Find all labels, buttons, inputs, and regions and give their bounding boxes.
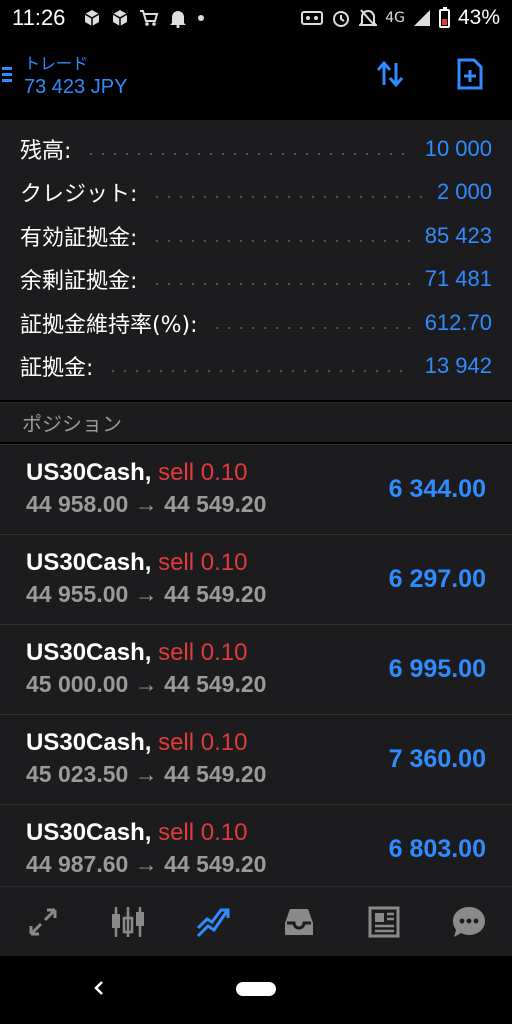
position-title: US30Cash, sell 0.10 (26, 549, 247, 577)
history-icon (284, 908, 313, 935)
summary-row-margin: 証拠金: 13 942 (20, 346, 492, 386)
dotted-leader (107, 370, 411, 372)
position-prices: 44 958.00 → 44 549.20 (26, 491, 267, 517)
header-titles: トレード 73 423 JPY (24, 50, 127, 99)
home-pill[interactable] (236, 982, 276, 996)
positions-section-header: ポジション (0, 402, 512, 442)
nav-history[interactable] (273, 896, 325, 948)
account-equity: 73 423 JPY (24, 75, 128, 98)
summary-row-balance: 残高: 10 000 (20, 129, 492, 169)
dotted-leader (211, 327, 411, 329)
status-bar: 11:26 4G 43% (0, 0, 512, 36)
menu-icon[interactable] (0, 66, 14, 82)
summary-label: 余剰証拠金: (20, 269, 138, 294)
summary-value: 13 942 (424, 353, 492, 378)
bell-icon (170, 11, 187, 28)
position-row[interactable]: US30Cash, sell 0.10 44 987.60 → 44 549.2… (0, 804, 512, 886)
chart-icon (111, 906, 144, 937)
summary-row-credit: クレジット: 2 000 (20, 172, 492, 212)
summary-value: 10 000 (424, 136, 492, 161)
position-side: sell 0.10 (158, 639, 248, 666)
signal-icon (413, 10, 430, 26)
position-symbol: US30Cash, (26, 459, 152, 486)
nav-trade[interactable] (187, 896, 239, 948)
back-icon[interactable] (88, 976, 112, 1000)
position-side: sell 0.10 (158, 549, 248, 576)
summary-value: 612.70 (424, 310, 492, 335)
alarm-icon (333, 11, 350, 27)
position-profit: 6 297.00 (388, 565, 486, 593)
cart-icon (140, 10, 159, 26)
summary-value: 71 481 (424, 266, 492, 291)
system-indicators: 4G 43% (301, 6, 500, 30)
position-title: US30Cash, sell 0.10 (26, 639, 247, 667)
trade-icon (197, 908, 230, 937)
position-profit: 7 360.00 (388, 745, 486, 773)
network-type: 4G (385, 10, 405, 26)
summary-label: クレジット: (20, 182, 138, 207)
summary-row-free-margin: 余剰証拠金: 71 481 (20, 259, 492, 299)
bottom-nav (0, 886, 512, 956)
position-prices: 44 987.60 → 44 549.20 (26, 851, 267, 877)
position-title: US30Cash, sell 0.10 (26, 729, 247, 757)
battery-percent: 43% (457, 6, 500, 29)
nav-quotes[interactable] (17, 896, 69, 948)
position-side: sell 0.10 (158, 459, 248, 486)
new-order-button[interactable] (452, 56, 488, 92)
position-row[interactable]: US30Cash, sell 0.10 45 000.00 → 44 549.2… (0, 624, 512, 713)
summary-row-margin-level: 証拠金維持率(%): 612.70 (20, 303, 492, 343)
sort-button[interactable] (372, 56, 408, 92)
summary-label: 残高: (20, 139, 72, 164)
box-icon (113, 10, 128, 26)
summary-row-equity: 有効証拠金: 85 423 (20, 216, 492, 256)
position-side: sell 0.10 (158, 729, 248, 756)
dotted-leader (85, 153, 411, 155)
position-symbol: US30Cash, (26, 729, 152, 756)
position-title: US30Cash, sell 0.10 (26, 819, 247, 847)
box-icon (85, 10, 100, 26)
position-profit: 6 995.00 (388, 655, 486, 683)
position-symbol: US30Cash, (26, 549, 152, 576)
nav-chat[interactable] (443, 896, 495, 948)
dotted-leader (151, 283, 411, 285)
position-symbol: US30Cash, (26, 639, 152, 666)
position-profit: 6 344.00 (388, 475, 486, 503)
new-order-icon (457, 58, 483, 90)
positions-list: US30Cash, sell 0.10 44 958.00 → 44 549.2… (0, 444, 512, 886)
page-title: トレード (24, 53, 89, 73)
position-row[interactable]: US30Cash, sell 0.10 45 023.50 → 44 549.2… (0, 714, 512, 803)
status-time: 11:26 (12, 5, 66, 30)
position-title: US30Cash, sell 0.10 (26, 459, 247, 487)
position-prices: 45 023.50 → 44 549.20 (26, 761, 267, 787)
header-actions (372, 56, 488, 92)
app-header: トレード 73 423 JPY (0, 36, 512, 112)
position-symbol: US30Cash, (26, 819, 152, 846)
dotted-leader (151, 196, 423, 198)
account-summary: 残高: 10 000 クレジット: 2 000 有効証拠金: 85 423 余剰… (0, 120, 512, 400)
position-profit: 6 803.00 (388, 835, 486, 863)
summary-value: 2 000 (436, 179, 492, 204)
news-icon (368, 906, 400, 937)
position-side: sell 0.10 (158, 819, 248, 846)
position-prices: 44 955.00 → 44 549.20 (26, 581, 267, 607)
position-row[interactable]: US30Cash, sell 0.10 44 955.00 → 44 549.2… (0, 534, 512, 623)
summary-value: 85 423 (424, 223, 492, 248)
battery-icon (438, 6, 450, 28)
dot-icon (198, 15, 205, 21)
position-row[interactable]: US30Cash, sell 0.10 44 958.00 → 44 549.2… (0, 444, 512, 533)
summary-label: 有効証拠金: (20, 226, 138, 251)
mute-icon (359, 9, 378, 27)
sort-icon (376, 60, 404, 88)
nav-news[interactable] (358, 896, 410, 948)
position-prices: 45 000.00 → 44 549.20 (26, 671, 267, 697)
summary-label: 証拠金維持率(%): (20, 313, 198, 338)
chat-icon (453, 906, 486, 937)
system-nav-bar (0, 956, 512, 1024)
summary-label: 証拠金: (20, 356, 94, 381)
nav-chart[interactable] (102, 896, 154, 948)
voicemail-icon (301, 11, 324, 25)
dotted-leader (151, 240, 411, 242)
notification-icons (83, 8, 205, 28)
quotes-icon (29, 908, 57, 935)
